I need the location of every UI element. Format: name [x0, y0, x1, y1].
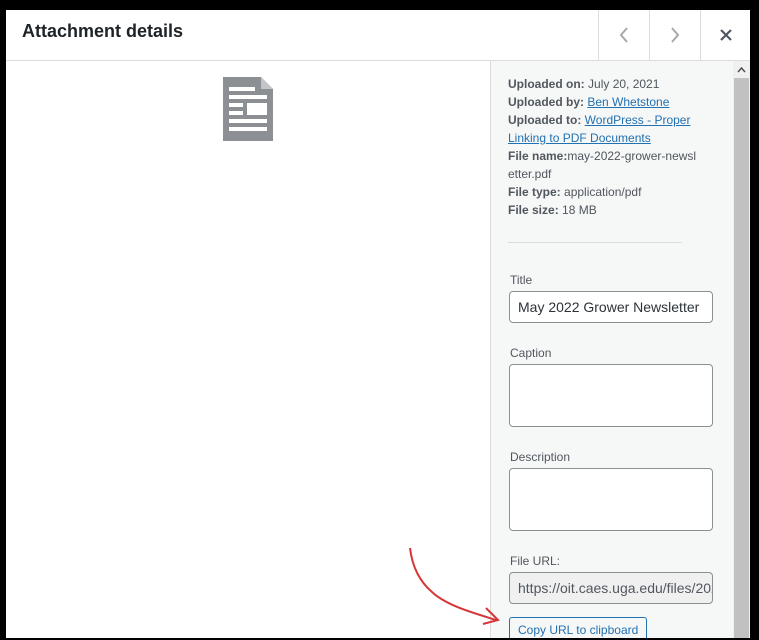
description-label: Description — [510, 450, 571, 464]
title-input[interactable]: May 2022 Grower Newsletter — [509, 291, 713, 323]
caption-label: Caption — [510, 346, 552, 360]
uploaded-by-link[interactable]: Ben Whetstone — [587, 95, 669, 109]
uploaded-to: Uploaded to: WordPress - Proper Linking … — [508, 113, 691, 145]
file-url-label: File URL: — [510, 554, 561, 568]
chevron-right-icon — [671, 27, 680, 43]
caption-textarea[interactable] — [509, 364, 713, 427]
chevron-left-icon — [619, 27, 628, 43]
previous-button[interactable] — [598, 10, 649, 60]
description-textarea[interactable] — [509, 468, 713, 531]
attachment-sidebar: Uploaded on: July 20, 2021 Uploaded by: … — [490, 61, 734, 638]
attachment-details-modal: Attachment details Uploaded on: July 20,… — [6, 10, 750, 638]
file-type: File type: application/pdf — [508, 185, 642, 199]
next-button[interactable] — [649, 10, 700, 60]
scroll-thumb[interactable] — [734, 78, 749, 638]
copy-url-button[interactable]: Copy URL to clipboard — [509, 617, 648, 638]
chevron-up-icon — [737, 66, 746, 72]
close-icon — [720, 29, 732, 41]
background-strip — [0, 0, 759, 10]
divider — [508, 242, 682, 243]
close-button[interactable] — [700, 10, 750, 60]
attachment-preview — [6, 61, 490, 638]
modal-header: Attachment details — [6, 10, 750, 61]
modal-title: Attachment details — [22, 21, 184, 41]
file-info: Uploaded on: July 20, 2021 Uploaded by: … — [508, 75, 698, 219]
document-icon — [223, 77, 273, 141]
scroll-up-button[interactable] — [733, 61, 750, 78]
title-label: Title — [510, 273, 533, 287]
uploaded-on: Uploaded on: July 20, 2021 — [508, 77, 660, 91]
file-url-input[interactable]: https://oit.caes.uga.edu/files/2022/05/m… — [509, 572, 713, 604]
file-name: File name:may-2022-grower-newsletter.pdf — [508, 149, 697, 181]
scrollbar[interactable] — [733, 61, 750, 638]
uploaded-by: Uploaded by: Ben Whetstone — [508, 95, 670, 109]
file-size: File size: 18 MB — [508, 203, 597, 217]
